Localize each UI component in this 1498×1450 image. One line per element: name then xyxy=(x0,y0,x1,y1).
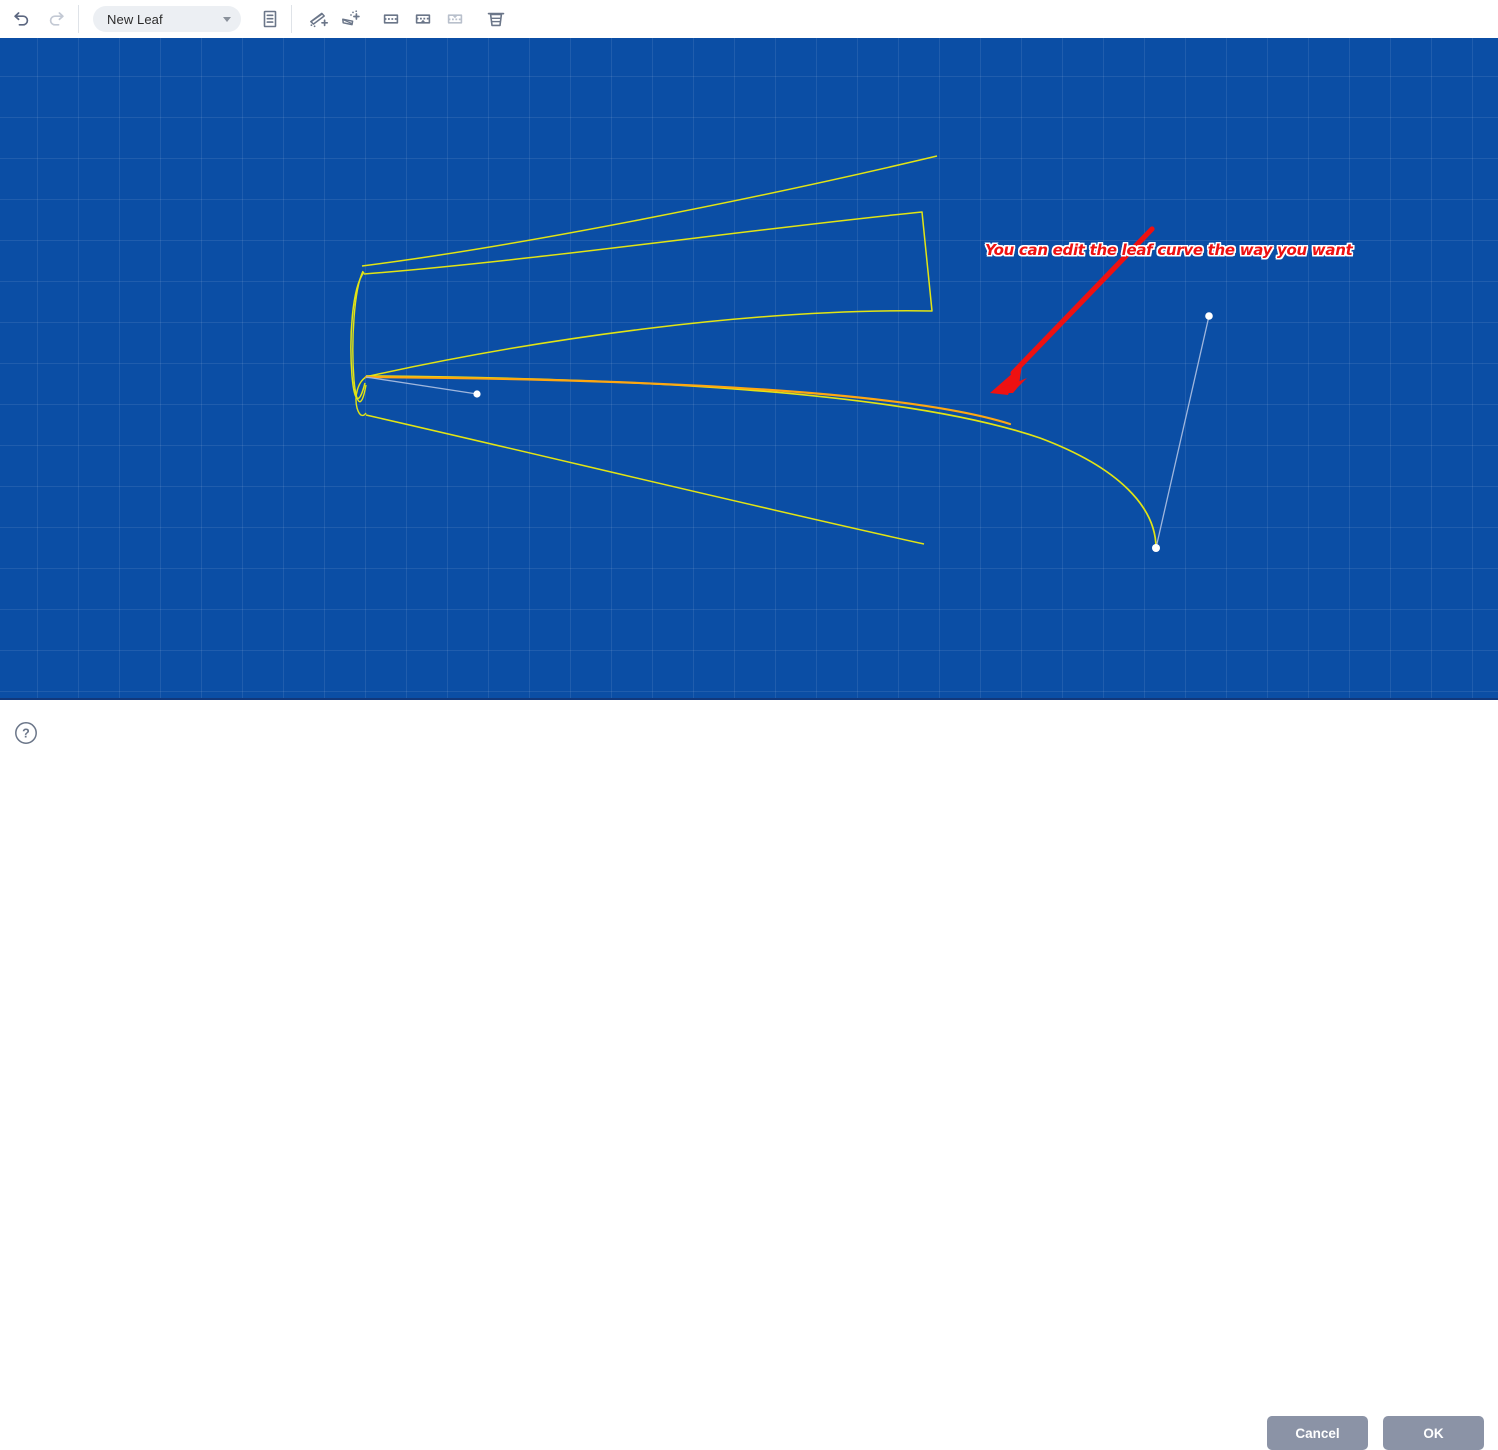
leaf-selector-dropdown[interactable]: New Leaf xyxy=(93,6,241,32)
redo-icon xyxy=(49,12,64,26)
midrib-end-anchor-point[interactable] xyxy=(1152,544,1160,552)
leaf-upper-outline xyxy=(361,155,938,267)
midrib-end-handle-line xyxy=(1155,315,1210,549)
leaf-base-cap-inner xyxy=(352,270,367,403)
dashed-outline-icon xyxy=(383,14,399,24)
properties-panel-button[interactable] xyxy=(255,4,285,34)
redo-button[interactable] xyxy=(42,4,72,34)
box-down-arrow-icon xyxy=(447,14,463,24)
cancel-button[interactable]: Cancel xyxy=(1267,1416,1368,1450)
help-button[interactable]: ? xyxy=(14,721,38,745)
add-leaf-button[interactable] xyxy=(304,4,334,34)
annotation-arrow xyxy=(990,226,1155,395)
help-circle-icon: ? xyxy=(15,722,37,744)
leaf-selector-value: New Leaf xyxy=(107,11,163,27)
add-leaflet-button[interactable] xyxy=(336,4,366,34)
leaf-tools-group xyxy=(298,4,513,34)
move-up-button[interactable] xyxy=(408,4,438,34)
trash-icon xyxy=(487,12,505,27)
leaf-midrib-curve[interactable] xyxy=(365,375,1157,549)
ok-button[interactable]: OK xyxy=(1383,1416,1484,1450)
midrib-start-handle-line xyxy=(365,376,478,395)
leaf-vector-drawing xyxy=(350,155,1213,552)
midrib-end-handle-point[interactable] xyxy=(1205,312,1213,320)
toolbar-separator-2 xyxy=(291,5,292,33)
chevron-down-icon xyxy=(223,16,231,22)
undo-button[interactable] xyxy=(6,4,36,34)
box-up-arrow-icon xyxy=(415,14,431,24)
toolbar-separator-1 xyxy=(78,5,79,33)
midrib-start-handle-point[interactable] xyxy=(473,390,481,398)
leaf-midrib-selected-segment[interactable] xyxy=(364,375,1012,426)
move-down-button[interactable] xyxy=(440,4,470,34)
leaf-lower-outline xyxy=(365,414,925,545)
bottom-bar: ? Cancel OK xyxy=(0,700,1498,1450)
add-leaf-icon xyxy=(310,12,329,28)
leaf-blade-upper-outline xyxy=(363,211,933,378)
undo-icon xyxy=(14,12,29,26)
svg-text:?: ? xyxy=(22,727,30,741)
top-toolbar: New Leaf xyxy=(0,0,1498,38)
delete-button[interactable] xyxy=(481,4,511,34)
add-leaflet-icon xyxy=(342,10,360,26)
list-panel-icon xyxy=(263,10,277,28)
leaf-editor-canvas[interactable]: You can edit the leaf curve the way you … xyxy=(0,38,1498,700)
dashed-outline-button[interactable] xyxy=(376,4,406,34)
